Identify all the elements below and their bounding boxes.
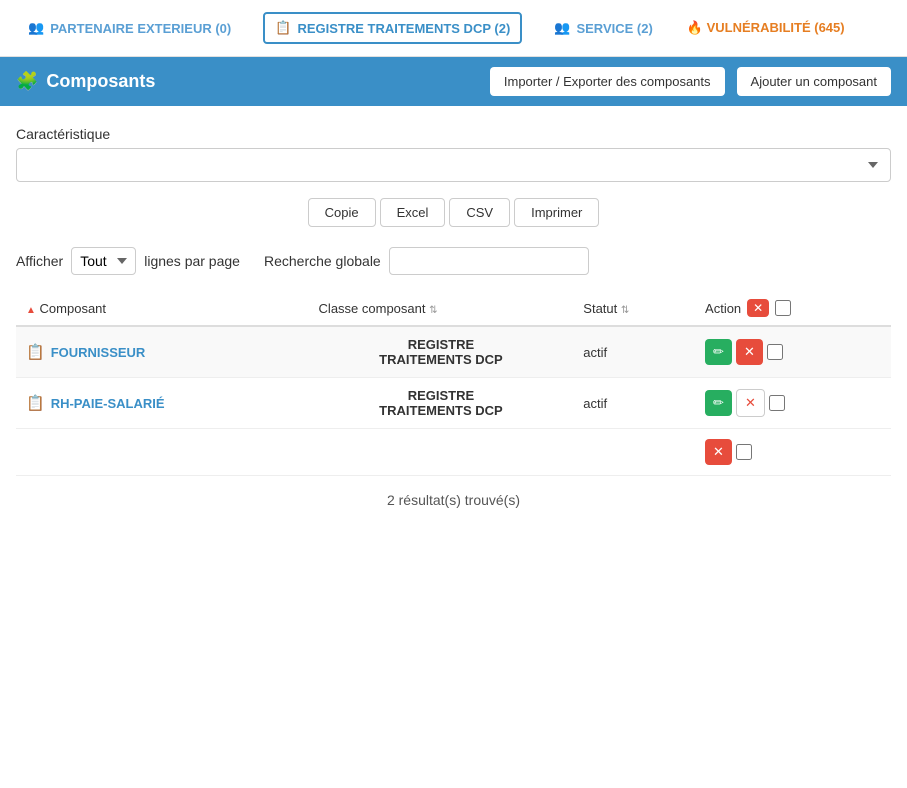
composant-name-1: 📋 FOURNISSEUR [26, 343, 299, 361]
tab-vulnerabilite[interactable]: 🔥 VULNÉRABILITÉ (645) [685, 12, 857, 44]
row-checkbox-1[interactable] [767, 344, 783, 360]
composant-name-2: 📋 RH-PAIE-SALARIÉ [26, 394, 299, 412]
classe-cell-1: REGISTRETRAITEMENTS DCP [309, 326, 574, 378]
table-row: ✕ [16, 429, 891, 476]
table-header-row: ▲ Composant Classe composant ⇅ Statut ⇅ … [16, 291, 891, 326]
tab-partenaire-label: PARTENAIRE EXTERIEUR (0) [50, 21, 231, 36]
classe-cell-3 [309, 429, 574, 476]
composant-text-2: RH-PAIE-SALARIÉ [51, 396, 165, 411]
classe-cell-2: REGISTRETRAITEMENTS DCP [309, 378, 574, 429]
vulnerabilite-icon: 🔥 [687, 20, 703, 35]
col-composant[interactable]: ▲ Composant [16, 291, 309, 326]
page-container: 👥 PARTENAIRE EXTERIEUR (0) 📋 REGISTRE TR… [0, 0, 907, 528]
row-checkbox-2[interactable] [769, 395, 785, 411]
statut-cell-1: actif [573, 326, 695, 378]
section-header: 🧩 Composants Importer / Exporter des com… [0, 57, 907, 106]
edit-button-1[interactable]: ✏ [705, 339, 732, 365]
puzzle-icon: 🧩 [16, 71, 38, 92]
imprimer-button[interactable]: Imprimer [514, 198, 599, 227]
export-buttons-row: Copie Excel CSV Imprimer [16, 198, 891, 227]
col-statut-label: Statut [583, 301, 617, 316]
main-content: Caractéristique Copie Excel CSV Imprimer… [0, 106, 907, 528]
csv-button[interactable]: CSV [449, 198, 510, 227]
action-buttons-3: ✕ [705, 439, 881, 465]
table-row: 📋 RH-PAIE-SALARIÉ REGISTRETRAITEMENTS DC… [16, 378, 891, 429]
composant-cell-1: 📋 FOURNISSEUR [16, 326, 309, 378]
add-component-button[interactable]: Ajouter un composant [737, 67, 891, 96]
row-checkbox-3[interactable] [736, 444, 752, 460]
afficher-select[interactable]: Tout 10 25 50 100 [71, 247, 136, 275]
col-classe: Classe composant ⇅ [309, 291, 574, 326]
caracteristique-group: Caractéristique [16, 126, 891, 182]
excel-button[interactable]: Excel [380, 198, 446, 227]
sort-both-icon-statut: ⇅ [621, 305, 629, 316]
recherche-input[interactable] [389, 247, 589, 275]
service-icon: 👥 [554, 20, 570, 36]
afficher-label: Afficher [16, 253, 63, 269]
delete-button-1[interactable]: ✕ [736, 339, 763, 365]
composant-cell-2: 📋 RH-PAIE-SALARIÉ [16, 378, 309, 429]
section-title-text: Composants [46, 71, 155, 92]
sort-asc-icon: ▲ [26, 305, 36, 316]
recherche-label: Recherche globale [264, 253, 381, 269]
action-cell-2: ✏ ✕ [695, 378, 891, 429]
result-count: 2 résultat(s) trouvé(s) [16, 492, 891, 508]
col-classe-label: Classe composant [319, 301, 426, 316]
action-delete-all-button[interactable]: ✕ [747, 299, 769, 317]
select-all-checkbox[interactable] [775, 300, 791, 316]
edit-button-2[interactable]: ✏ [705, 390, 732, 416]
tab-partenaire[interactable]: 👥 PARTENAIRE EXTERIEUR (0) [16, 12, 243, 44]
caracteristique-label: Caractéristique [16, 126, 891, 142]
table-row: 📋 FOURNISSEUR REGISTRETRAITEMENTS DCP ac… [16, 326, 891, 378]
composant-icon-1: 📋 [26, 343, 45, 361]
composant-text-1: FOURNISSEUR [51, 345, 146, 360]
tab-registre-label: REGISTRE TRAITEMENTS DCP (2) [297, 21, 510, 36]
action-cell-1: ✏ ✕ [695, 326, 891, 378]
col-statut: Statut ⇅ [573, 291, 695, 326]
composant-cell-3 [16, 429, 309, 476]
composant-icon-2: 📋 [26, 394, 45, 412]
action-buttons-1: ✏ ✕ [705, 339, 881, 365]
caracteristique-select[interactable] [16, 148, 891, 182]
tab-service-label: SERVICE (2) [576, 21, 652, 36]
delete-button-3[interactable]: ✕ [705, 439, 732, 465]
tab-service[interactable]: 👥 SERVICE (2) [542, 12, 665, 44]
import-export-button[interactable]: Importer / Exporter des composants [490, 67, 725, 96]
lignes-par-page-label: lignes par page [144, 253, 240, 269]
statut-cell-3 [573, 429, 695, 476]
top-tabs: 👥 PARTENAIRE EXTERIEUR (0) 📋 REGISTRE TR… [0, 0, 907, 57]
col-composant-label: Composant [40, 301, 106, 316]
copie-button[interactable]: Copie [308, 198, 376, 227]
action-buttons-2: ✏ ✕ [705, 389, 881, 417]
tab-vulnerabilite-label: VULNÉRABILITÉ (645) [707, 20, 845, 35]
col-action: Action ✕ [695, 291, 891, 326]
action-cell-3: ✕ [695, 429, 891, 476]
tab-registre[interactable]: 📋 REGISTRE TRAITEMENTS DCP (2) [263, 12, 522, 44]
components-table: ▲ Composant Classe composant ⇅ Statut ⇅ … [16, 291, 891, 476]
registre-icon: 📋 [275, 20, 291, 36]
section-title: 🧩 Composants [16, 71, 478, 92]
action-header-cell: Action ✕ [705, 299, 881, 317]
col-action-label: Action [705, 301, 741, 316]
afficher-row: Afficher Tout 10 25 50 100 ▼ lignes par … [16, 247, 891, 275]
partenaire-icon: 👥 [28, 20, 44, 36]
delete-button-2[interactable]: ✕ [736, 389, 765, 417]
statut-cell-2: actif [573, 378, 695, 429]
sort-both-icon-classe: ⇅ [429, 305, 437, 316]
